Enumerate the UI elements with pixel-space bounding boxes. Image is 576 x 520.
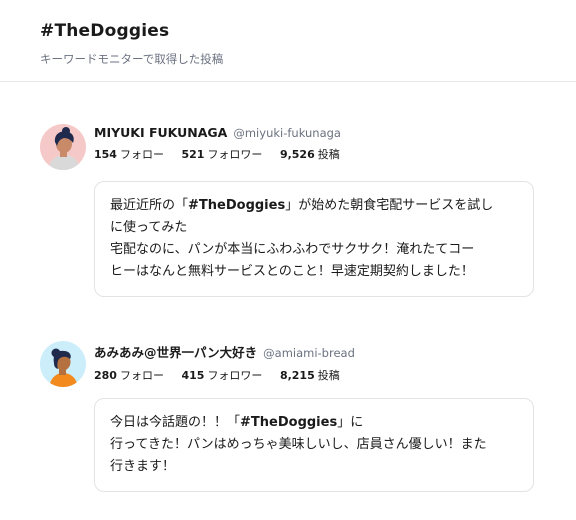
author-name[interactable]: あみあみ@世界一パン大好き xyxy=(94,342,257,361)
follow-stat: 280 フォロー xyxy=(94,369,164,382)
hashtag-link[interactable]: #TheDoggies xyxy=(188,198,285,213)
hashtag-link[interactable]: #TheDoggies xyxy=(240,415,337,430)
follow-stat: 154 フォロー xyxy=(94,148,164,161)
post-card: あみあみ@世界一パン大好き @amiami-bread 280 フォロー 415 フ… xyxy=(40,341,536,492)
page-subtitle: キーワードモニターで取得した投稿 xyxy=(40,52,224,66)
avatar[interactable] xyxy=(40,124,86,170)
author-handle[interactable]: @amiami-bread xyxy=(263,346,355,360)
post-count-stat: 9,526 投稿 xyxy=(279,148,340,161)
person-avatar-icon xyxy=(40,124,86,170)
post-author: MIYUKI FUKUNAGA @miyuki-fukunaga 154 フォロー… xyxy=(40,124,536,170)
post-author: あみあみ@世界一パン大好き @amiami-bread 280 フォロー 415 フ… xyxy=(40,341,536,387)
avatar[interactable] xyxy=(40,341,86,387)
follower-stat: 521 フォロワー xyxy=(181,148,263,161)
post-text: 今日は今話題の！！「#TheDoggies」に 行ってきた！パンはめっちゃ美味し… xyxy=(94,398,534,492)
author-name[interactable]: MIYUKI FUKUNAGA xyxy=(94,125,227,140)
post-count-stat: 8,215 投稿 xyxy=(279,369,340,382)
author-meta: あみあみ@世界一パン大好き @amiami-bread 280 フォロー 415 フ… xyxy=(94,342,355,387)
person-avatar-icon xyxy=(40,341,86,387)
author-handle[interactable]: @miyuki-fukunaga xyxy=(233,126,341,140)
author-meta: MIYUKI FUKUNAGA @miyuki-fukunaga 154 フォロー… xyxy=(94,125,354,170)
author-stats: 280 フォロー 415 フォロワー 8,215 投稿 xyxy=(94,367,355,383)
post-text: 最近近所の「#TheDoggies」が始めた朝食宅配サービスを試し に使ってみた… xyxy=(94,181,534,297)
follower-stat: 415 フォロワー xyxy=(181,369,263,382)
page-title: #TheDoggies xyxy=(40,21,170,41)
author-stats: 154 フォロー 521 フォロワー 9,526 投稿 xyxy=(94,146,354,162)
page-header: #TheDoggies キーワードモニターで取得した投稿 xyxy=(0,0,576,82)
post-card: MIYUKI FUKUNAGA @miyuki-fukunaga 154 フォロー… xyxy=(40,124,536,297)
